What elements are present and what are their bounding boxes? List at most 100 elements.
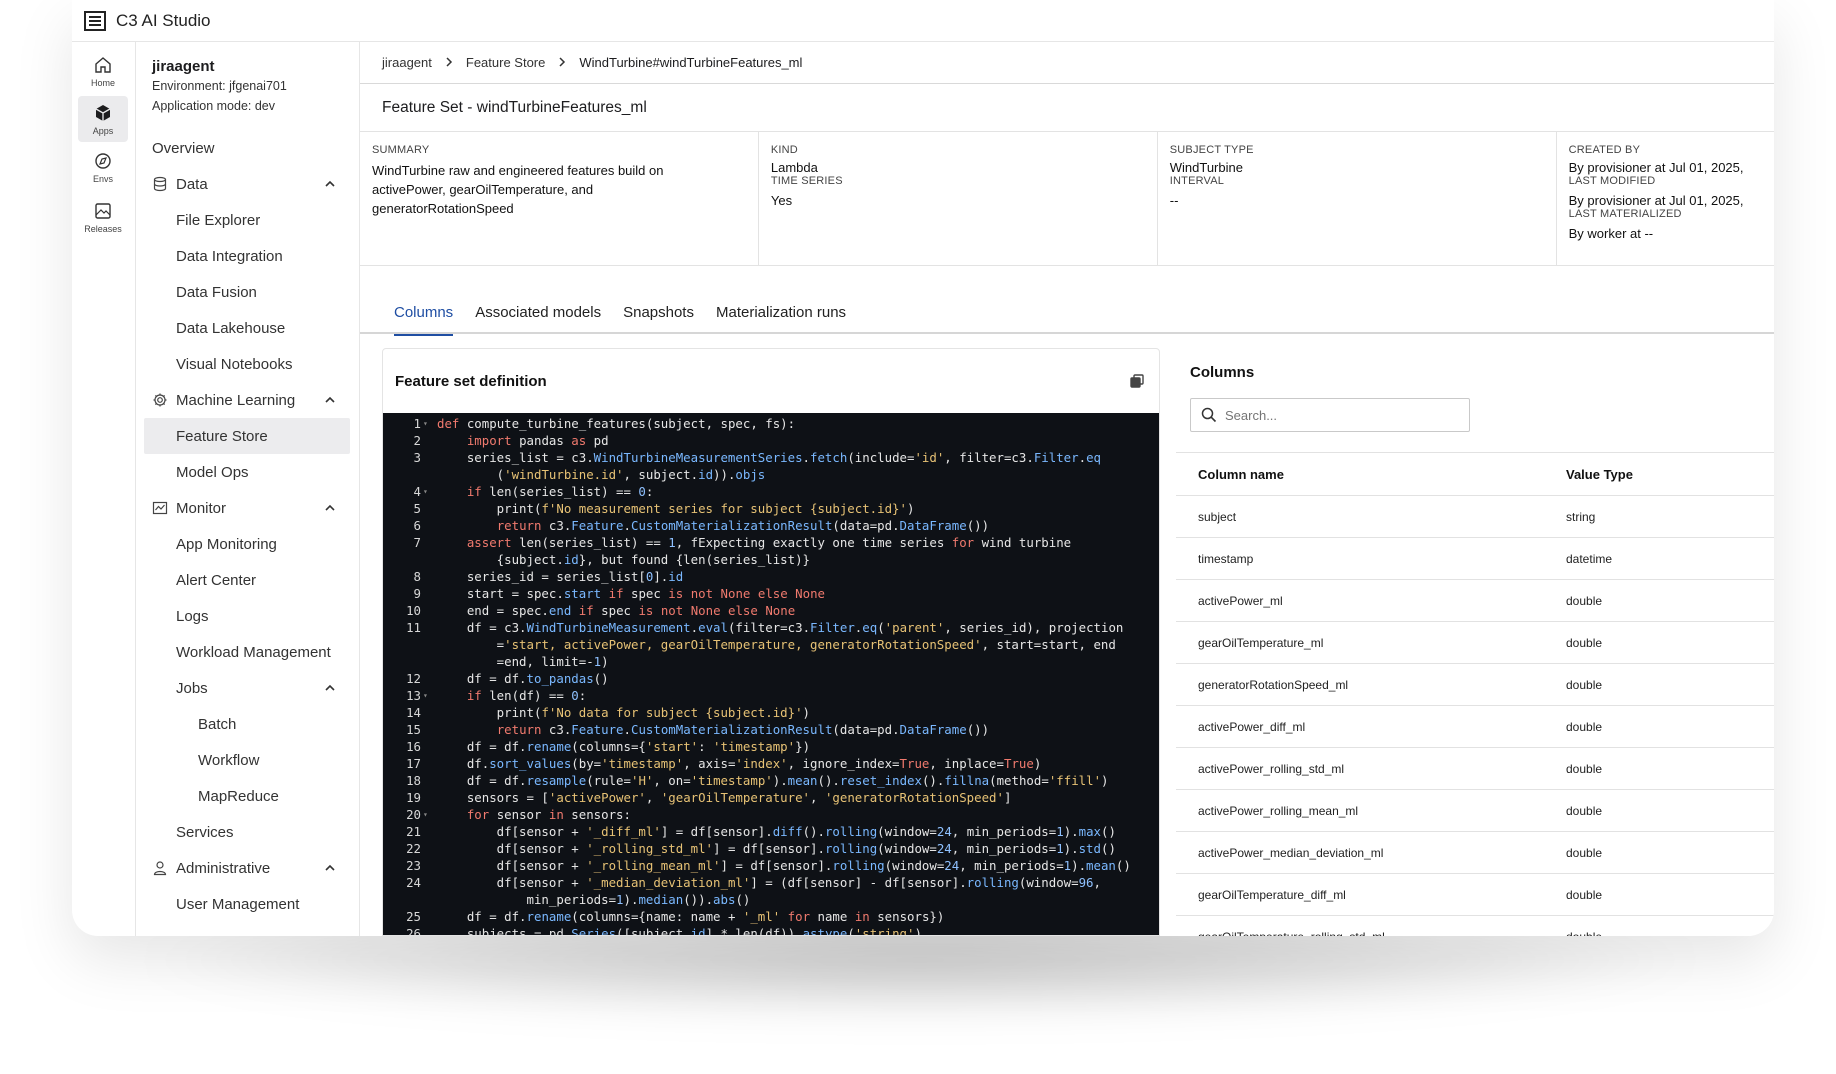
tab-snapshots[interactable]: Snapshots: [623, 290, 694, 334]
value-type-cell: double: [1566, 803, 1603, 818]
nav-section-machine-learning[interactable]: Machine Learning: [152, 382, 348, 418]
table-row[interactable]: activePower_rolling_mean_ml double: [1176, 790, 1774, 832]
nav-jobs[interactable]: Jobs: [176, 670, 348, 706]
summary-label: SUMMARY: [372, 144, 430, 156]
app-window: C3 AI Studio Home Apps Envs Releases jir…: [72, 0, 1774, 936]
line-number: 5: [413, 501, 421, 516]
line-number: 16: [406, 739, 421, 754]
fold-arrow-icon[interactable]: ▾: [423, 687, 428, 704]
nav-data-lakehouse[interactable]: Data Lakehouse: [176, 310, 348, 346]
code-text: ('windTurbine.id', subject.id)).objs: [437, 467, 766, 482]
value-type-cell: double: [1566, 677, 1603, 692]
nav-services[interactable]: Services: [176, 814, 348, 850]
nav-workflow[interactable]: Workflow: [198, 742, 348, 778]
table-row[interactable]: generatorRotationSpeed_ml double: [1176, 664, 1774, 706]
nav-logs[interactable]: Logs: [176, 598, 348, 634]
column-name-cell: activePower_rolling_mean_ml: [1198, 803, 1359, 818]
rail-releases[interactable]: Releases: [78, 194, 128, 240]
breadcrumb-app[interactable]: jiraagent: [382, 55, 432, 70]
code-line: 10 end = spec.end if spec is not None el…: [383, 602, 1159, 619]
rail-home[interactable]: Home: [78, 48, 128, 94]
nav-data-fusion[interactable]: Data Fusion: [176, 274, 348, 310]
nav-app-monitoring[interactable]: App Monitoring: [176, 526, 348, 562]
nav-overview[interactable]: Overview: [152, 130, 348, 166]
code-line: ('windTurbine.id', subject.id)).objs: [383, 466, 1159, 483]
table-row[interactable]: timestamp datetime: [1176, 538, 1774, 580]
main-content: jiraagent Feature Store WindTurbine#wind…: [360, 42, 1774, 936]
line-number: 22: [406, 841, 421, 856]
tab-associated-models[interactable]: Associated models: [475, 290, 601, 334]
last-materialized-value: By worker at --: [1568, 226, 1654, 241]
code-line: 3 series_list = c3.WindTurbineMeasuremen…: [383, 449, 1159, 466]
fold-arrow-icon[interactable]: ▾: [423, 415, 428, 432]
code-line: 13 ▾ if len(df) == 0:: [383, 687, 1159, 704]
time-series-label: TIME SERIES: [770, 175, 843, 187]
nav-feature-store[interactable]: Feature Store: [144, 418, 350, 454]
nav-section-monitor[interactable]: Monitor: [152, 490, 348, 526]
table-row[interactable]: activePower_rolling_std_ml double: [1176, 748, 1774, 790]
line-number: 12: [406, 671, 421, 686]
table-row[interactable]: gearOilTemperature_diff_ml double: [1176, 874, 1774, 916]
table-row[interactable]: gearOilTemperature_rolling_std_mldouble: [1176, 916, 1774, 937]
tab-materialization-runs[interactable]: Materialization runs: [716, 290, 846, 334]
code-text: start = spec.start if spec is not None e…: [437, 586, 826, 601]
column-name-cell: gearOilTemperature_ml: [1198, 635, 1324, 650]
code-line: 4 ▾ if len(series_list) == 0:: [383, 483, 1159, 500]
columns-table: Column name Value Type subject string time…: [1176, 452, 1774, 936]
table-row[interactable]: activePower_ml double: [1176, 580, 1774, 622]
app-environment: Environment: jfgenai701: [152, 79, 287, 93]
column-name-cell: activePower_ml: [1198, 593, 1283, 608]
nav-user-management[interactable]: User Management: [176, 886, 348, 922]
nav-visual-notebooks[interactable]: Visual Notebooks: [176, 346, 348, 382]
nav-data-integration[interactable]: Data Integration: [176, 238, 348, 274]
breadcrumb-separator: [557, 55, 567, 70]
code-line: 19 sensors = ['activePower', 'gearOilTem…: [383, 789, 1159, 806]
nav-section-administrative[interactable]: Administrative: [152, 850, 348, 886]
code-editor[interactable]: 1 ▾ def compute_turbine_features(subject, …: [383, 413, 1159, 936]
code-line: ='start, activePower, gearOilTemperature…: [383, 636, 1159, 653]
value-type-cell: double: [1566, 930, 1774, 937]
tab-bar: Columns Associated models Snapshots Mate…: [360, 290, 1774, 336]
nav-alert-center[interactable]: Alert Center: [176, 562, 348, 598]
table-row[interactable]: activePower_diff_ml double: [1176, 706, 1774, 748]
line-number: 26: [406, 926, 421, 936]
fold-arrow-icon[interactable]: ▾: [423, 483, 428, 500]
code-line: {subject.id}, but found {len(series_list…: [383, 551, 1159, 568]
search-input[interactable]: [1225, 407, 1445, 423]
nav-model-ops[interactable]: Model Ops: [176, 454, 348, 490]
definition-header: Feature set definition: [383, 349, 1159, 413]
nav-workload-management[interactable]: Workload Management: [176, 634, 348, 670]
value-type-cell: string: [1566, 509, 1596, 524]
copy-icon[interactable]: [1129, 373, 1145, 389]
rail-apps[interactable]: Apps: [78, 96, 128, 142]
nav-mapreduce[interactable]: MapReduce: [198, 778, 348, 814]
time-series-value: Yes: [770, 193, 793, 208]
nav-section-data[interactable]: Data: [152, 166, 348, 202]
code-line: 16 df = df.rename(columns={'start': 'tim…: [383, 738, 1159, 755]
code-text: return c3.Feature.CustomMaterializationR…: [496, 722, 990, 737]
tab-columns[interactable]: Columns: [394, 290, 454, 336]
code-text: df = df.resample(rule='H', on='timestamp…: [437, 773, 1109, 788]
line-number: 15: [406, 722, 421, 737]
table-row[interactable]: subject string: [1176, 496, 1774, 538]
table-row[interactable]: gearOilTemperature_ml double: [1176, 622, 1774, 664]
search-box[interactable]: [1190, 398, 1470, 432]
code-text: if len(series_list) == 0:: [466, 484, 654, 499]
table-row[interactable]: activePower_median_deviation_ml double: [1176, 832, 1774, 874]
column-name-cell: activePower_diff_ml: [1198, 719, 1306, 734]
fold-arrow-icon[interactable]: ▾: [423, 806, 428, 823]
search-icon: [1201, 407, 1217, 423]
code-line: 2 import pandas as pd: [383, 432, 1159, 449]
rail-envs[interactable]: Envs: [78, 144, 128, 190]
rail-home-label: Home: [90, 77, 115, 88]
header-value-type[interactable]: Value Type: [1566, 467, 1774, 482]
chevron-up-icon: [325, 864, 335, 871]
nav-batch[interactable]: Batch: [198, 706, 348, 742]
header-column-name[interactable]: Column name: [1176, 467, 1566, 482]
value-type-cell: double: [1566, 719, 1603, 734]
code-text: series_id = series_list[0].id: [437, 569, 684, 584]
code-text: df[sensor + '_rolling_mean_ml'] = df[sen…: [437, 858, 1131, 873]
breadcrumb-feature-store[interactable]: Feature Store: [466, 55, 546, 70]
line-number: 9: [413, 586, 421, 601]
nav-file-explorer[interactable]: File Explorer: [176, 202, 348, 238]
